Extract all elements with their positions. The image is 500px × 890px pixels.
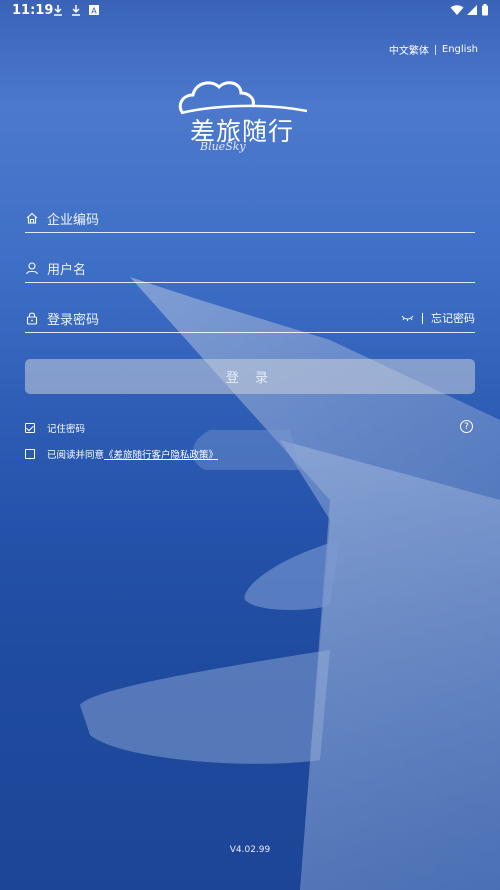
- user-icon: [25, 262, 39, 275]
- login-button[interactable]: 登 录: [25, 359, 475, 394]
- download-icon: [54, 5, 62, 16]
- signal-icon: [467, 5, 477, 15]
- lang-chinese-traditional[interactable]: 中文繁体: [389, 42, 429, 57]
- app-logo-subtitle: BlueSky: [200, 140, 246, 153]
- lock-icon: [26, 312, 38, 325]
- remember-password-label: 记住密码: [47, 424, 86, 435]
- status-time: 11:19: [12, 3, 54, 18]
- company-code-field[interactable]: 企业编码: [25, 204, 475, 233]
- agree-policy-label: 已阅读并同意: [47, 450, 105, 461]
- status-bar: 11:19 A: [0, 0, 500, 22]
- app-version: V4.02.99: [229, 845, 271, 855]
- svg-text:A: A: [91, 7, 97, 16]
- lang-divider: [434, 44, 436, 55]
- download-icon: [72, 5, 80, 16]
- remember-password-checkbox[interactable]: [25, 423, 35, 433]
- agree-policy-row: 已阅读并同意 《差旅随行客户隐私政策》: [25, 447, 218, 461]
- remember-password-row: 记住密码: [25, 421, 85, 435]
- battery-icon: [482, 4, 488, 16]
- password-field[interactable]: 登录密码 忘记密码: [25, 304, 475, 333]
- notification-a-icon: A: [89, 5, 99, 16]
- password-placeholder: 登录密码: [47, 312, 100, 328]
- company-code-placeholder: 企业编码: [47, 212, 100, 228]
- password-actions: 忘记密码: [401, 310, 475, 326]
- username-placeholder: 用户名: [47, 262, 87, 278]
- password-divider: [422, 312, 423, 324]
- help-icon[interactable]: ?: [460, 420, 473, 433]
- eye-closed-icon[interactable]: [401, 314, 414, 322]
- language-switch: 中文繁体 English: [389, 42, 478, 57]
- wifi-icon: [450, 5, 464, 15]
- username-field[interactable]: 用户名: [25, 254, 475, 283]
- privacy-policy-link[interactable]: 《差旅随行客户隐私政策》: [104, 447, 218, 461]
- forgot-password-link[interactable]: 忘记密码: [431, 310, 475, 326]
- agree-policy-checkbox[interactable]: [25, 449, 35, 459]
- home-icon: [26, 212, 38, 224]
- lang-english[interactable]: English: [442, 44, 478, 55]
